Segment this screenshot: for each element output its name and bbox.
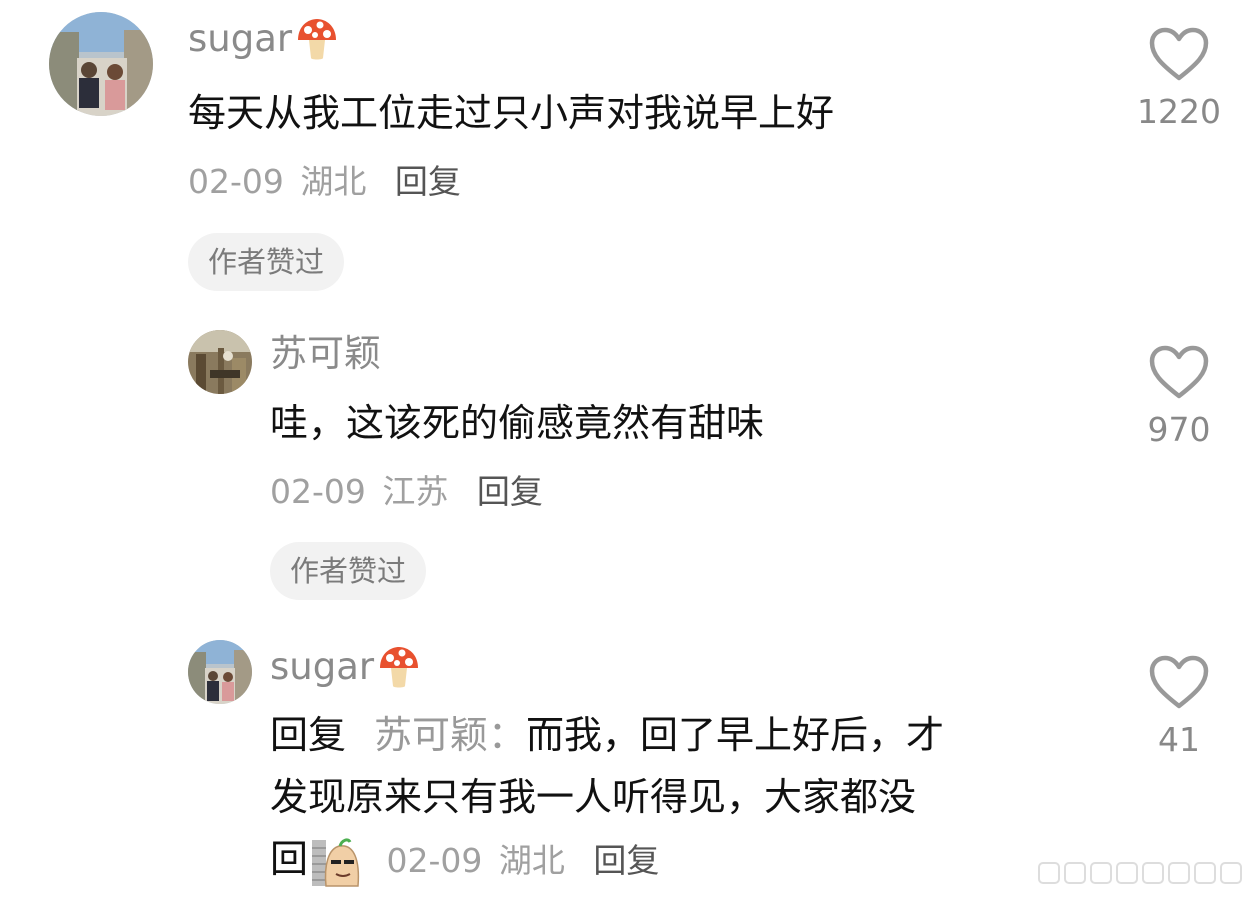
comment-meta: 02-09 江苏 回复 — [270, 472, 543, 512]
comment-text-line: 回 02-09 湖北 回复 — [270, 828, 659, 890]
like-button[interactable]: 970 — [1134, 344, 1224, 450]
like-count: 1220 — [1137, 92, 1221, 131]
username-text: 苏可颖 — [270, 332, 381, 375]
avatar[interactable] — [49, 12, 153, 116]
heart-icon[interactable] — [1148, 26, 1210, 82]
avatar[interactable] — [188, 640, 252, 704]
reply-target-user[interactable]: 苏可颖： — [374, 713, 526, 757]
mushroom-icon — [294, 16, 340, 62]
comment-location: 湖北 — [498, 841, 565, 880]
like-button[interactable]: 1220 — [1134, 26, 1224, 132]
comment-item: 苏可颖 哇，这该死的偷感竟然有甜味 02-09 江苏 回复 作者赞过 970 — [0, 300, 1260, 610]
comment-text: 而我，回了早上好后，才 — [526, 713, 945, 757]
reply-button[interactable]: 回复 — [395, 162, 461, 201]
comment-text: 每天从我工位走过只小声对我说早上好 — [188, 91, 835, 135]
comment-text: 回 — [270, 837, 309, 881]
comment-text-line: 发现原来只有我一人听得见，大家都没 — [270, 775, 917, 819]
heart-icon[interactable] — [1148, 344, 1210, 400]
like-count: 41 — [1158, 720, 1200, 759]
username[interactable]: 苏可颖 — [270, 332, 381, 376]
comment-text: 哇，这该死的偷感竟然有甜味 — [270, 401, 765, 445]
author-liked-badge: 作者赞过 — [188, 233, 345, 291]
username-text: sugar — [270, 645, 375, 688]
reply-button[interactable]: 回复 — [477, 472, 543, 511]
like-count: 970 — [1147, 410, 1211, 449]
comment-location: 江苏 — [382, 472, 449, 511]
username[interactable]: sugar — [188, 16, 340, 62]
comment-date: 02-09 — [270, 472, 366, 511]
username-text: sugar — [188, 17, 293, 60]
comment-location: 湖北 — [300, 162, 367, 201]
comment-item: sugar 每天从我工位走过只小声对我说早上好 02-09 湖北 回复 作者赞过… — [0, 0, 1260, 300]
comment-text-line: 回复 苏可颖：而我，回了早上好后，才 — [270, 704, 944, 766]
comment-meta: 02-09 湖北 回复 — [188, 162, 461, 202]
author-liked-badge: 作者赞过 — [270, 542, 427, 600]
mushroom-icon — [376, 644, 422, 690]
avatar[interactable] — [188, 330, 252, 394]
reply-prefix: 回复 — [270, 713, 347, 757]
watermark — [1038, 858, 1242, 888]
comment-meta: 02-09 湖北 回复 — [376, 841, 660, 880]
comment-date: 02-09 — [188, 162, 284, 201]
sticker-icon — [310, 836, 362, 888]
heart-icon[interactable] — [1148, 654, 1210, 710]
comment-date: 02-09 — [386, 841, 483, 880]
reply-button[interactable]: 回复 — [593, 841, 659, 880]
like-button[interactable]: 41 — [1134, 654, 1224, 760]
username[interactable]: sugar — [270, 644, 422, 690]
